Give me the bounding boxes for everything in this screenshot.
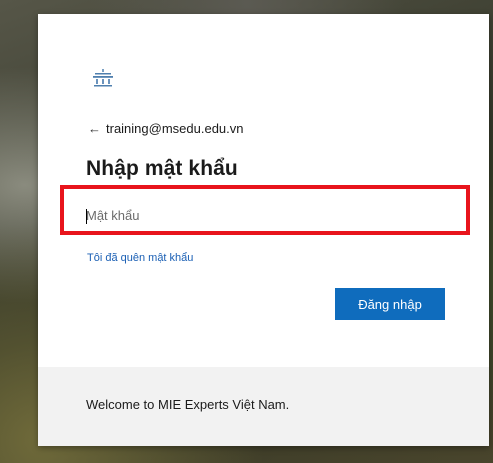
text-caret [86, 209, 87, 224]
forgot-password-link[interactable]: Tôi đã quên mật khẩu [87, 252, 193, 264]
account-back-row[interactable]: ← training@msedu.edu.vn [88, 121, 244, 136]
footer-message: Welcome to MIE Experts Việt Nam. [86, 397, 290, 412]
account-email: training@msedu.edu.vn [106, 121, 244, 136]
signin-card: ← training@msedu.edu.vn Nhập mật khẩu Tô… [38, 14, 489, 446]
sign-in-button[interactable]: Đăng nhập [335, 288, 445, 320]
page-title: Nhập mật khẩu [86, 157, 238, 180]
back-arrow-icon[interactable]: ← [88, 122, 101, 135]
school-logo-icon [91, 68, 115, 88]
password-field-wrapper [86, 199, 442, 235]
password-input[interactable] [86, 199, 442, 233]
footer-banner: Welcome to MIE Experts Việt Nam. [38, 367, 489, 446]
